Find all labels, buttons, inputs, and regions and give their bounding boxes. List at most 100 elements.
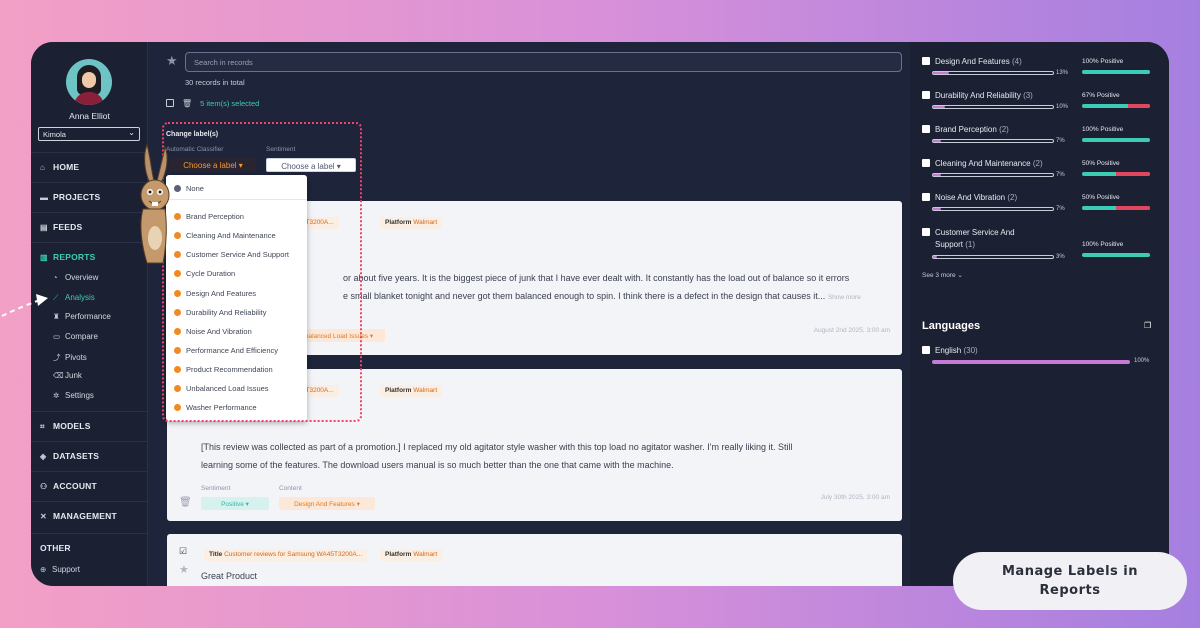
sub-compare[interactable]: ▭ Compare — [53, 332, 98, 341]
language-count: (30) — [963, 346, 978, 355]
language-pct: 100% — [1134, 358, 1150, 364]
review-headline: Great Product — [201, 571, 258, 581]
sub-settings[interactable]: ✲ Settings — [53, 391, 94, 400]
nav-projects[interactable]: ▬ PROJECTS — [31, 182, 148, 210]
sub-pivots-label: Pivots — [65, 353, 87, 362]
filter-name: Design And Features — [935, 57, 1010, 66]
languages-title: Languages — [922, 320, 981, 332]
title-value: Customer reviews for Samsung WA45T3200A.… — [224, 551, 363, 558]
share-pct: 7% — [1056, 138, 1065, 144]
share-bar — [932, 173, 1054, 177]
filter-item[interactable]: Noise And Vibration (2) — [922, 193, 1017, 202]
app-window: Anna Elliot Kimola ⌄ ⌂ HOME ▬ PROJECTS ▤ FEE… — [31, 42, 1169, 586]
filter-name: Brand Perception — [935, 125, 997, 134]
share-fill — [933, 256, 937, 258]
sentiment-pill[interactable]: Positive ▾ — [201, 497, 269, 510]
sub-settings-label: Settings — [65, 391, 94, 400]
checkbox[interactable] — [922, 57, 930, 65]
nav-account[interactable]: ⚇ ACCOUNT — [31, 471, 148, 499]
platform-value: Walmart — [413, 551, 438, 558]
home-icon: ⌂ — [40, 163, 46, 172]
chevron-down-icon: ⌄ — [128, 128, 135, 137]
share-pct: 7% — [1056, 172, 1065, 178]
content-tag-label: Content — [279, 485, 302, 492]
language-bar — [932, 360, 1130, 364]
share-pct: 7% — [1056, 206, 1065, 212]
sub-junk[interactable]: ⌫Junk — [53, 371, 82, 380]
language-item[interactable]: English (30) — [922, 346, 978, 355]
selection-bar: 🗑 5 item(s) selected — [166, 99, 259, 108]
trash-icon[interactable]: 🗑 — [179, 497, 192, 508]
nav-datasets-label: DATASETS — [53, 451, 100, 461]
sub-pivots[interactable]: ⤴ Pivots — [53, 352, 87, 363]
nav-datasets[interactable]: ◈ DATASETS — [31, 441, 148, 469]
nav-support-label: Support — [52, 565, 81, 574]
star-icon[interactable]: ★ — [166, 53, 178, 69]
layers-icon: ◈ — [40, 452, 47, 461]
models-icon: ⌗ — [40, 422, 45, 431]
see-more-link[interactable]: See 3 more ⌄ — [922, 271, 963, 279]
filter-item[interactable]: Design And Features (4) — [922, 57, 1022, 66]
checkbox[interactable] — [922, 159, 930, 167]
tools-icon: ✕ — [40, 512, 47, 521]
select-toggle-checkbox[interactable] — [166, 99, 174, 107]
sub-performance[interactable]: ♜ Performance — [53, 312, 111, 321]
checkbox[interactable] — [922, 228, 930, 236]
user-name: Anna Elliot — [69, 111, 110, 121]
sentiment-bar — [1082, 104, 1150, 108]
review-text: [This review was collected as part of a … — [201, 438, 891, 474]
nav-management-label: MANAGEMENT — [53, 511, 117, 521]
checkbox[interactable] — [922, 125, 930, 133]
content-pill[interactable]: Design And Features ▾ — [279, 497, 375, 510]
checkbox[interactable] — [922, 91, 930, 99]
avatar[interactable] — [66, 59, 112, 105]
filter-item[interactable]: Cleaning And Maintenance (2) — [922, 159, 1043, 168]
nav-support[interactable]: ⊕ Support — [40, 565, 80, 574]
filter-item[interactable]: Durability And Reliability (3) — [922, 91, 1033, 100]
filter-item[interactable]: Customer Service And Support (1) — [922, 227, 1015, 251]
share-fill — [933, 72, 949, 74]
filter-count: (1) — [965, 240, 976, 249]
checkbox-checked-icon[interactable]: ☑ — [179, 546, 187, 557]
chart-icon: ▥ — [40, 253, 48, 262]
filter-item[interactable]: Brand Perception (2) — [922, 125, 1009, 134]
nav-home[interactable]: ⌂ HOME — [31, 152, 148, 180]
nav-models[interactable]: ⌗ MODELS — [31, 411, 148, 439]
language-name: English — [935, 346, 962, 355]
trash-icon[interactable]: 🗑 — [182, 99, 192, 108]
nav-feeds[interactable]: ▤ FEEDS — [31, 212, 148, 240]
sub-overview[interactable]: ◔ Overview — [53, 273, 98, 282]
review-text-line2: learning some of the features. The downl… — [201, 460, 674, 470]
star-icon[interactable]: ★ — [179, 563, 189, 576]
filter-count: (2) — [999, 125, 1009, 134]
share-pct: 3% — [1056, 254, 1065, 260]
rabbit-mascot-icon — [140, 143, 170, 264]
share-bar — [932, 105, 1054, 109]
compare-icon: ▭ — [53, 332, 61, 341]
sentiment-text: 100% Positive — [1082, 126, 1124, 133]
review-date: July 30th 2025, 3:00 am — [820, 494, 890, 501]
copy-icon[interactable]: ❐ — [1144, 321, 1151, 330]
search-input[interactable]: Search in records — [185, 52, 902, 72]
sentiment-text: 67% Positive — [1082, 92, 1120, 99]
checkbox[interactable] — [922, 346, 930, 354]
nav-other-heading: OTHER — [31, 533, 148, 561]
review-date: August 2nd 2025, 3:00 am — [813, 327, 890, 334]
sentiment-bar — [1082, 206, 1150, 210]
org-select[interactable]: Kimola ⌄ — [38, 127, 140, 141]
sub-junk-label: Junk — [65, 371, 82, 380]
feed-icon: ▤ — [40, 223, 48, 232]
sentiment-bar — [1082, 70, 1150, 74]
filter-count: (2) — [1007, 193, 1018, 202]
share-bar — [932, 255, 1054, 259]
checkbox[interactable] — [922, 193, 930, 201]
nav-reports[interactable]: ▥ REPORTS — [31, 242, 148, 270]
review-card: ☑ ★ Title Customer reviews for Samsung W… — [167, 534, 902, 586]
show-more-link[interactable]: Show more — [828, 294, 861, 301]
sentiment-text: 100% Positive — [1082, 241, 1124, 248]
callout-line2: Reports — [1039, 583, 1101, 598]
review-text-line1: or about five years. It is the biggest p… — [343, 273, 850, 283]
filter-count: (2) — [1032, 159, 1043, 168]
filter-name: Durability And Reliability — [935, 91, 1021, 100]
nav-management[interactable]: ✕ MANAGEMENT — [31, 501, 148, 529]
